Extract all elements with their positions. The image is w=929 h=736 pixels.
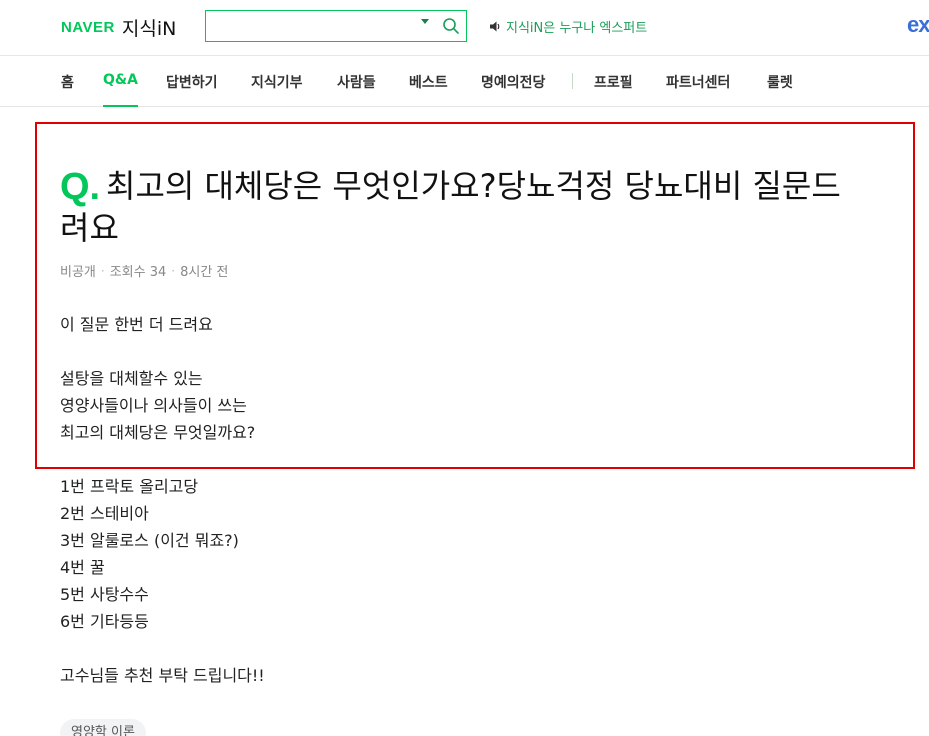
- nav-item-qna[interactable]: Q&A: [103, 72, 138, 107]
- question-tag[interactable]: 영양학 이론: [60, 719, 146, 736]
- search-box: [205, 10, 467, 42]
- question-body-line: 3번 알룰로스 (이건 뭐죠?): [60, 531, 239, 550]
- question-body-line: 4번 꿀: [60, 558, 105, 577]
- nav-item-hall-of-fame[interactable]: 명예의전당: [481, 72, 545, 92]
- expert-logo[interactable]: ex: [907, 12, 929, 38]
- question-mark-icon: Q.: [60, 166, 101, 208]
- speaker-icon: [490, 21, 500, 32]
- question-body-line: 이 질문 한번 더 드려요: [60, 315, 213, 334]
- question-title-line2: 려요: [60, 209, 119, 247]
- naver-logo[interactable]: NAVER: [61, 19, 115, 36]
- expert-promo-link[interactable]: 지식iN은 누구나 엑스퍼트: [489, 17, 647, 36]
- jisikin-logo[interactable]: 지식iN: [122, 14, 176, 41]
- search-dropdown-icon[interactable]: [421, 19, 429, 24]
- question-views: 조회수 34: [109, 265, 167, 280]
- nav-item-partner-center[interactable]: 파트너센터: [666, 72, 730, 92]
- nav-item-donate[interactable]: 지식기부: [251, 72, 303, 92]
- top-header: NAVER 지식iN 지식iN은 누구나 엑스퍼트 ex: [0, 0, 929, 56]
- search-input[interactable]: [212, 15, 412, 37]
- question-time: 8시간 전: [180, 265, 229, 280]
- nav-item-best[interactable]: 베스트: [409, 72, 448, 92]
- question-meta: 비공개 · 조회수 34 · 8시간 전: [60, 261, 229, 281]
- meta-separator: ·: [171, 263, 176, 278]
- question-body-line: 설탕을 대체할수 있는: [60, 369, 203, 388]
- question-body-line: 고수님들 추천 부탁 드립니다!!: [60, 666, 265, 685]
- site-logo[interactable]: NAVER 지식iN: [61, 14, 176, 41]
- question-title: 최고의 대체당은 무엇인가요?당뇨걱정 당뇨대비 질문드: [106, 167, 841, 205]
- question-body-line: 6번 기타등등: [60, 612, 149, 631]
- main-nav: 홈 Q&A 답변하기 지식기부 사람들 베스트 명예의전당 프로필 파트너센터 …: [0, 56, 929, 107]
- question-body-line: 최고의 대체당은 무엇일까요?: [60, 423, 256, 442]
- nav-item-roulette[interactable]: 룰렛: [767, 72, 793, 92]
- nav-item-people[interactable]: 사람들: [337, 72, 376, 92]
- promo-text: 지식iN은 누구나 엑스퍼트: [506, 21, 648, 36]
- nav-item-answer[interactable]: 답변하기: [166, 72, 218, 92]
- search-icon[interactable]: [442, 17, 460, 35]
- question-body-line: 1번 프락토 올리고당: [60, 477, 199, 496]
- question-body-line: 영양사들이나 의사들이 쓰는: [60, 396, 247, 415]
- nav-item-profile[interactable]: 프로필: [594, 72, 633, 92]
- nav-divider: [572, 73, 573, 89]
- question-author: 비공개: [60, 265, 96, 280]
- nav-item-home[interactable]: 홈: [61, 72, 74, 92]
- meta-separator: ·: [100, 263, 105, 278]
- question-body-line: 5번 사탕수수: [60, 585, 149, 604]
- question-body-line: 2번 스테비아: [60, 504, 149, 523]
